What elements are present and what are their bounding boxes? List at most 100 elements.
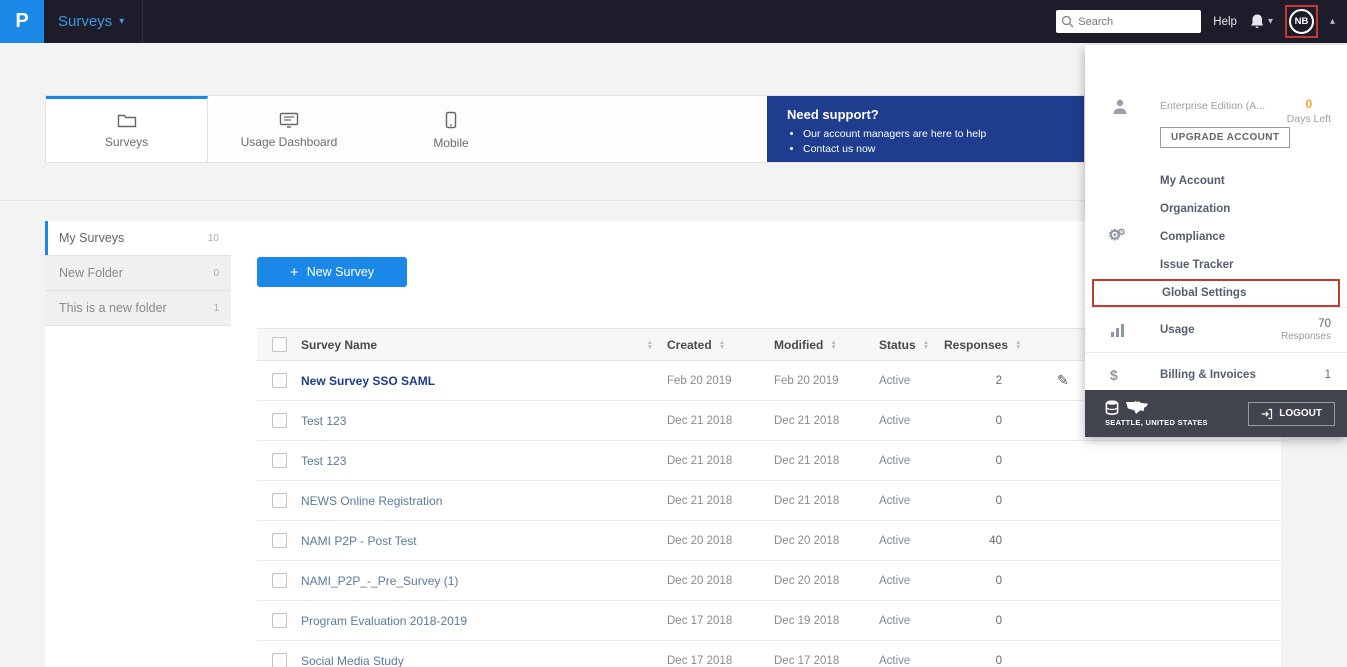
usage-value: 70 — [1281, 318, 1331, 330]
tab-surveys[interactable]: Surveys — [46, 96, 208, 162]
menu-item-label: Issue Tracker — [1160, 259, 1234, 271]
responses-cell: 0 — [944, 495, 1032, 507]
avatar[interactable]: NB — [1289, 9, 1314, 34]
survey-name-link[interactable]: NAMI P2P - Post Test — [301, 534, 667, 548]
status-cell: Active — [879, 535, 944, 547]
sidebar-item-count: 10 — [208, 233, 219, 244]
sort-icon[interactable]: ▲▼ — [923, 340, 929, 350]
survey-name-link[interactable]: Social Media Study — [301, 654, 667, 667]
help-link[interactable]: Help — [1213, 16, 1237, 28]
logout-label: LOGOUT — [1279, 408, 1322, 419]
status-cell: Active — [879, 495, 944, 507]
table-row[interactable]: NEWS Online Registration Dec 21 2018 Dec… — [257, 481, 1281, 521]
survey-name-link[interactable]: New Survey SSO SAML — [301, 374, 667, 388]
usage-row[interactable]: Usage 70 Responses — [1085, 307, 1347, 352]
sidebar-item-label: New Folder — [59, 266, 123, 280]
topbar-right: Help ▾ NB ▴ — [1056, 5, 1347, 38]
datacenter-location: SEATTLE, UNITED STATES — [1105, 400, 1208, 427]
sort-icon[interactable]: ▲▼ — [830, 340, 836, 350]
column-header-created: Created — [667, 338, 712, 352]
chevron-up-icon: ▴ — [1330, 16, 1335, 27]
responses-cell: 2 — [944, 375, 1032, 387]
upgrade-account-button[interactable]: UPGRADE ACCOUNT — [1160, 127, 1290, 148]
survey-name-link[interactable]: NAMI_P2P_-_Pre_Survey (1) — [301, 574, 667, 588]
survey-name-link[interactable]: Program Evaluation 2018-2019 — [301, 614, 667, 628]
created-cell: Feb 20 2019 — [667, 375, 774, 387]
sidebar-item-this-is-a-new-folder[interactable]: This is a new folder 1 — [45, 291, 231, 326]
row-checkbox[interactable] — [272, 373, 287, 388]
menu-item-my-account[interactable]: My Account — [1092, 167, 1340, 195]
row-checkbox[interactable] — [272, 493, 287, 508]
tab-label: Surveys — [105, 135, 148, 149]
column-header-responses: Responses — [944, 338, 1008, 352]
billing-value: 1 — [1325, 369, 1331, 381]
folders-sidebar: My Surveys 10 New Folder 0 This is a new… — [45, 221, 231, 326]
app-logo[interactable]: P — [0, 0, 44, 43]
menu-item-issue-tracker[interactable]: Issue Tracker — [1092, 251, 1340, 279]
status-cell: Active — [879, 455, 944, 467]
status-cell: Active — [879, 375, 944, 387]
search-icon — [1061, 15, 1074, 28]
row-checkbox[interactable] — [272, 653, 287, 667]
survey-name-link[interactable]: NEWS Online Registration — [301, 494, 667, 508]
menu-item-organization[interactable]: Organization — [1092, 195, 1340, 223]
database-icon — [1105, 400, 1119, 415]
row-checkbox[interactable] — [272, 613, 287, 628]
menu-item-compliance[interactable]: ⚙⚙ Compliance — [1092, 223, 1340, 251]
search-box — [1056, 10, 1201, 33]
survey-name-link[interactable]: Test 123 — [301, 414, 667, 428]
plus-icon: + — [290, 264, 299, 281]
days-left: 0 Days Left — [1287, 97, 1331, 125]
created-cell: Dec 17 2018 — [667, 655, 774, 667]
sort-icon[interactable]: ▲▼ — [719, 340, 725, 350]
table-row[interactable]: Social Media Study Dec 17 2018 Dec 17 20… — [257, 641, 1281, 667]
modified-cell: Feb 20 2019 — [774, 375, 879, 387]
survey-name-link[interactable]: Test 123 — [301, 454, 667, 468]
column-header-status: Status — [879, 338, 916, 352]
tab-mobile[interactable]: Mobile — [370, 96, 532, 162]
days-left-label: Days Left — [1287, 113, 1331, 125]
table-row[interactable]: Test 123 Dec 21 2018 Dec 21 2018 Active … — [257, 441, 1281, 481]
sidebar-item-label: My Surveys — [59, 231, 124, 245]
notifications-button[interactable]: ▾ — [1249, 13, 1273, 30]
responses-cell: 0 — [944, 655, 1032, 667]
bell-icon — [1249, 13, 1265, 30]
sort-icon[interactable]: ▲▼ — [1015, 340, 1021, 350]
new-survey-button[interactable]: + New Survey — [257, 257, 407, 287]
sidebar-item-count: 1 — [213, 303, 219, 314]
row-checkbox[interactable] — [272, 573, 287, 588]
support-bullet: Our account managers are here to help — [803, 127, 1066, 142]
usage-label: Usage — [1160, 324, 1195, 336]
table-row[interactable]: NAMI P2P - Post Test Dec 20 2018 Dec 20 … — [257, 521, 1281, 561]
modified-cell: Dec 17 2018 — [774, 655, 879, 667]
row-checkbox[interactable] — [272, 533, 287, 548]
responses-cell: 0 — [944, 455, 1032, 467]
menu-item-label: Global Settings — [1162, 287, 1246, 299]
sort-icon[interactable]: ▲▼ — [647, 340, 653, 350]
responses-cell: 0 — [944, 575, 1032, 587]
logout-button[interactable]: LOGOUT — [1248, 402, 1335, 426]
row-checkbox[interactable] — [272, 453, 287, 468]
menu-item-label: Organization — [1160, 203, 1230, 215]
tab-usage-dashboard[interactable]: Usage Dashboard — [208, 96, 370, 162]
select-all-checkbox[interactable] — [272, 337, 287, 352]
table-row[interactable]: Program Evaluation 2018-2019 Dec 17 2018… — [257, 601, 1281, 641]
row-checkbox[interactable] — [272, 413, 287, 428]
topbar: P Surveys ▾ Help ▾ NB ▴ — [0, 0, 1347, 43]
days-left-number: 0 — [1287, 97, 1331, 111]
edit-icon[interactable]: ✎ — [1057, 372, 1069, 388]
surveys-app-menu[interactable]: Surveys ▾ — [44, 0, 143, 43]
billing-label: Billing & Invoices — [1160, 369, 1256, 381]
created-cell: Dec 21 2018 — [667, 415, 774, 427]
sidebar-item-new-folder[interactable]: New Folder 0 — [45, 256, 231, 291]
highlight-box-avatar: NB — [1285, 5, 1318, 38]
search-input[interactable] — [1056, 10, 1201, 33]
responses-cell: 40 — [944, 535, 1032, 547]
sidebar-item-my-surveys[interactable]: My Surveys 10 — [45, 221, 231, 256]
sidebar-item-count: 0 — [213, 268, 219, 279]
responses-cell: 0 — [944, 615, 1032, 627]
menu-item-global-settings[interactable]: Global Settings — [1092, 279, 1340, 307]
person-icon — [1111, 98, 1129, 116]
support-contact-link[interactable]: Contact us now — [803, 142, 1066, 157]
table-row[interactable]: NAMI_P2P_-_Pre_Survey (1) Dec 20 2018 De… — [257, 561, 1281, 601]
